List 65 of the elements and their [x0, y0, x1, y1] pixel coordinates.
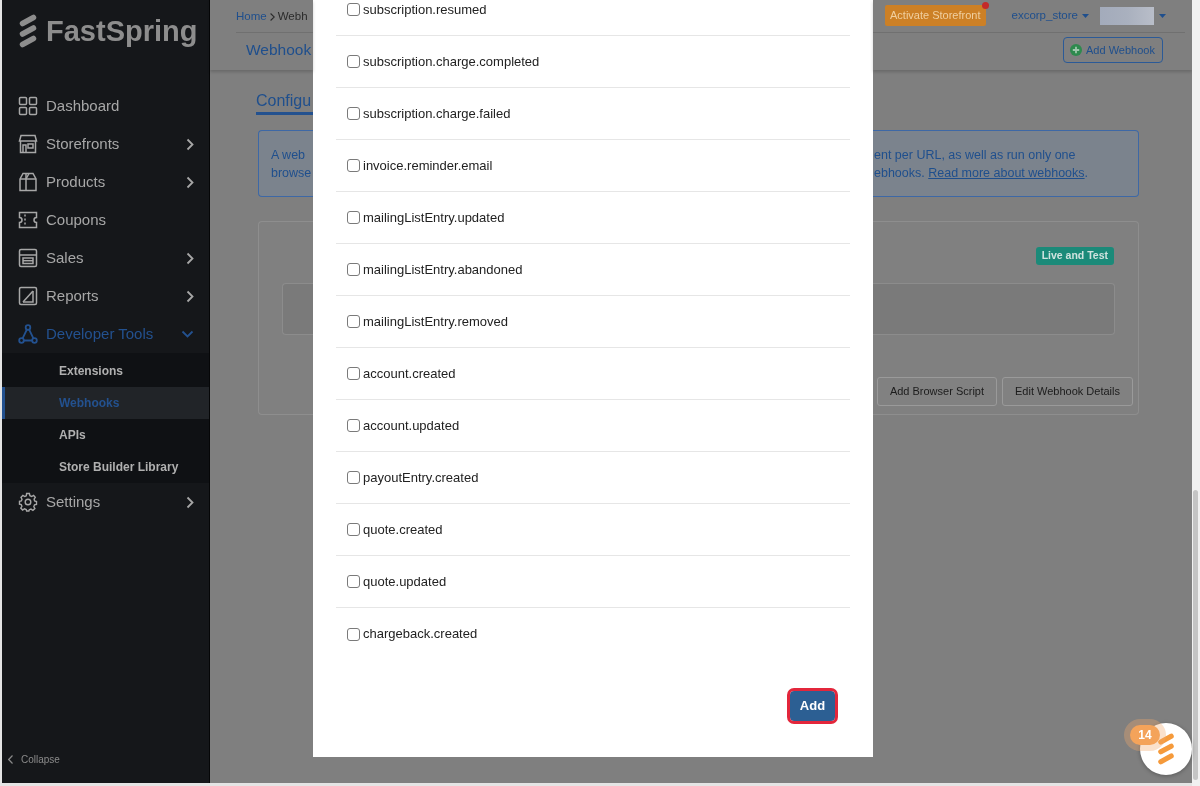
stripes-icon: [1156, 733, 1176, 765]
checkbox[interactable]: [347, 107, 360, 120]
nav-item[interactable]: Settings: [2, 483, 209, 521]
info-text: ent per URL, as well as run only one ebhooks. Read more about webhooks.: [874, 147, 1089, 182]
checkbox-label: account.updated: [363, 416, 460, 435]
checkbox[interactable]: [347, 367, 360, 380]
checkbox-label: quote.updated: [363, 572, 447, 591]
add-button[interactable]: Add: [790, 691, 835, 721]
box-icon: [18, 172, 38, 192]
checkbox[interactable]: [347, 627, 360, 641]
stripes-icon: [18, 14, 38, 48]
submenu-item[interactable]: Store Builder Library: [2, 451, 209, 483]
nav-item[interactable]: Products: [2, 163, 209, 201]
scrollbar-thumb[interactable]: [1193, 490, 1198, 780]
chart-icon: [18, 286, 38, 306]
collapse-button[interactable]: Collapse: [2, 744, 66, 774]
grid-icon: [18, 96, 38, 116]
checkbox-label: mailingListEntry.removed: [363, 312, 508, 331]
checkbox[interactable]: [347, 263, 360, 276]
plus-circle-icon: [1070, 44, 1082, 56]
table-icon: [18, 248, 38, 268]
caret-down-icon: [1082, 13, 1089, 18]
ticket-icon: [18, 210, 38, 230]
logo-text: FastSpring: [46, 14, 198, 48]
status-badge: Live and Test: [1035, 247, 1114, 265]
network-icon: [18, 324, 38, 344]
action-button[interactable]: Add Browser Script: [876, 377, 998, 406]
submenu-item[interactable]: Extensions: [2, 355, 209, 387]
checkbox[interactable]: [347, 523, 360, 536]
checkbox-label: chargeback.created: [363, 625, 478, 644]
nav-item[interactable]: Coupons: [2, 201, 209, 239]
page-title: Webhook: [246, 40, 312, 60]
checkbox[interactable]: [347, 211, 360, 224]
checkbox[interactable]: [347, 471, 360, 484]
submenu-item[interactable]: APIs: [2, 419, 209, 451]
nav-item[interactable]: Sales: [2, 239, 209, 277]
nav-item[interactable]: Dashboard: [2, 87, 209, 125]
checkbox[interactable]: [347, 159, 360, 172]
checkbox-label: subscription.charge.completed: [363, 52, 540, 71]
breadcrumb-current: Webh: [277, 9, 308, 25]
user-menu[interactable]: [1100, 6, 1166, 25]
store-icon: [18, 134, 38, 154]
checkbox-label: payoutEntry.created: [363, 468, 479, 487]
checkbox-label: account.created: [363, 364, 456, 383]
nav-item[interactable]: Storefronts: [2, 125, 209, 163]
info-text: A web browse: [271, 147, 312, 182]
caret-down-icon: [1159, 13, 1166, 18]
count-badge: 14: [1130, 725, 1160, 745]
checkbox-label: subscription.resumed: [363, 0, 487, 19]
chevron-left-icon: [8, 754, 13, 764]
action-button[interactable]: Edit Webhook Details: [1002, 377, 1133, 406]
checkbox[interactable]: [347, 55, 360, 68]
nav-item[interactable]: Reports: [2, 277, 209, 315]
checkbox-label: mailingListEntry.abandoned: [363, 260, 523, 279]
checkbox[interactable]: [347, 3, 360, 16]
checkbox-label: mailingListEntry.updated: [363, 208, 505, 227]
blurred-block: [1100, 6, 1154, 25]
gear-icon: [18, 492, 38, 512]
checkbox[interactable]: [347, 315, 360, 328]
checkbox-label: quote.created: [363, 520, 443, 539]
checkbox[interactable]: [347, 575, 360, 588]
checkbox[interactable]: [347, 419, 360, 432]
checkbox-label: invoice.reminder.email: [363, 156, 493, 175]
checkbox-label: subscription.charge.failed: [363, 104, 511, 123]
chevron-right-icon: [269, 13, 275, 21]
